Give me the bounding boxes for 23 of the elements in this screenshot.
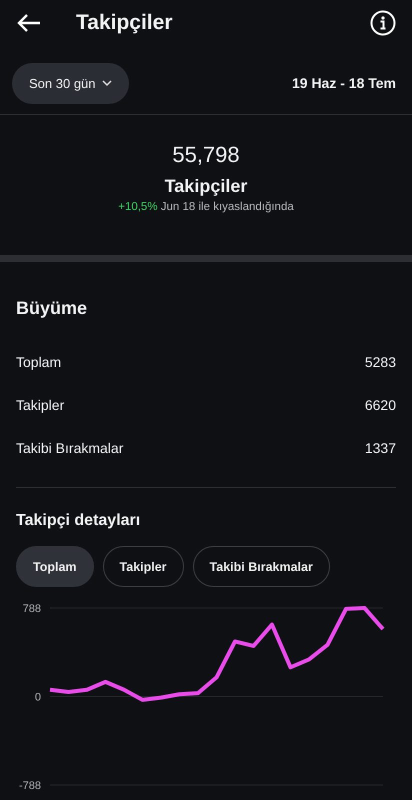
follower-label: Takipçiler	[164, 176, 248, 197]
row-label: Toplam	[16, 354, 62, 370]
axis-label: 788	[22, 603, 41, 615]
axis-label: 0	[34, 692, 41, 704]
comparison-text: +10,5% Jun 18 ile kıyaslandığında	[118, 201, 294, 213]
page-title: Takipçiler	[76, 11, 174, 35]
section-title: Takipçi detayları	[16, 512, 142, 530]
filter-chip[interactable]: Takibi Bırakmalar	[192, 546, 330, 587]
follower-count: 55,798	[172, 142, 240, 168]
section-title: Büyüme	[16, 298, 88, 320]
axis-label: -788	[18, 780, 41, 792]
chevron-down-icon	[102, 80, 112, 86]
row-value: 1337	[364, 440, 396, 456]
filter-chip[interactable]: Toplam	[16, 546, 94, 587]
filter-chip[interactable]: Takipler	[102, 546, 184, 587]
info-icon[interactable]	[370, 10, 396, 36]
row-label: Takipler	[16, 396, 64, 412]
back-icon[interactable]	[16, 13, 42, 33]
date-range: 19 Haz - 18 Tem	[292, 75, 396, 91]
row-value: 6620	[364, 396, 396, 412]
row-label: Takibi Bırakmalar	[16, 440, 124, 456]
row-value: 5283	[364, 354, 396, 370]
period-dropdown[interactable]: Son 30 gün	[12, 62, 129, 104]
